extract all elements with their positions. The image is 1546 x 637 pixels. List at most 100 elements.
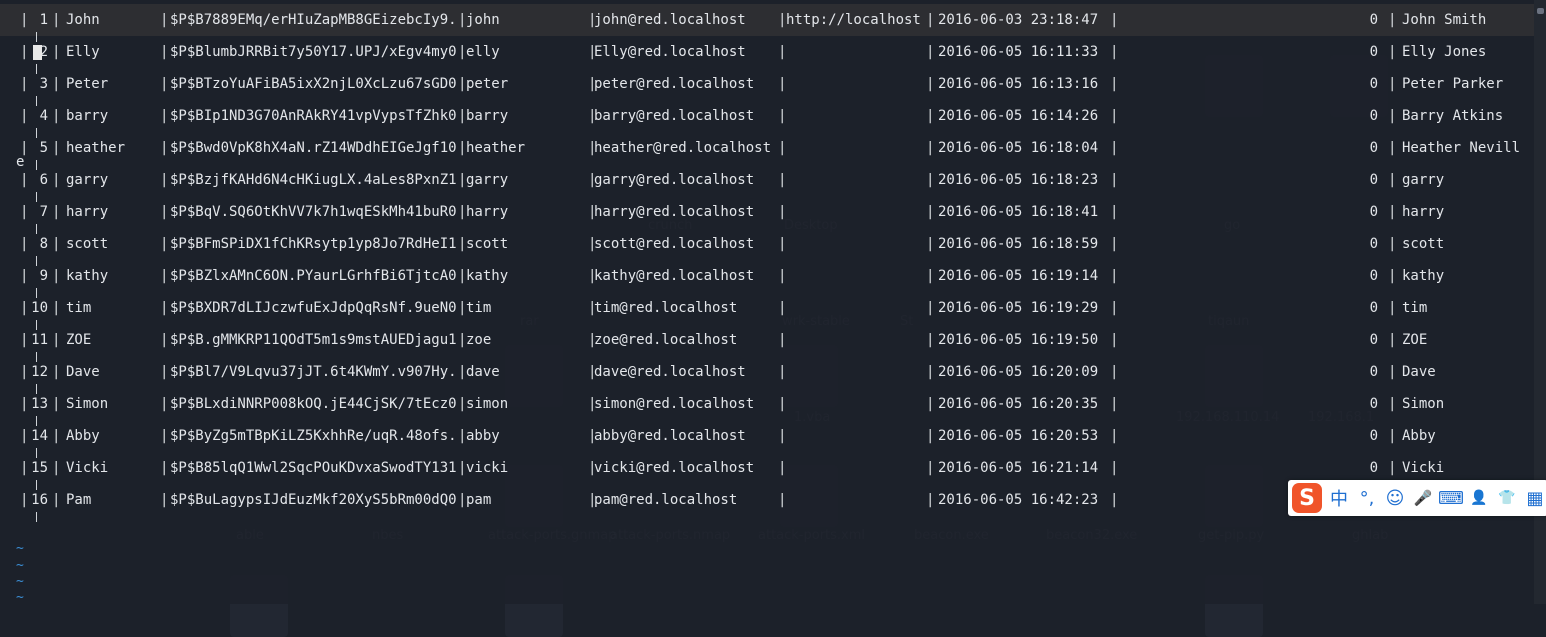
column-separator: |	[926, 428, 935, 444]
email-cell: Elly@red.localhost	[594, 44, 746, 60]
column-separator: |	[1388, 204, 1397, 220]
email-cell: harry@red.localhost	[594, 204, 755, 220]
password-hash-cell: $P$BzjfKAHd6N4cHKiugLX.4aLes8PxnZ1	[170, 172, 457, 188]
column-separator: |	[1388, 76, 1397, 92]
column-separator: |	[778, 236, 787, 252]
column-separator: |	[52, 236, 61, 252]
registered-date-cell: 2016-06-05 16:19:50	[938, 332, 1099, 348]
column-separator: |	[778, 332, 787, 348]
column-separator: |	[926, 76, 935, 92]
column-separator: |	[778, 76, 787, 92]
column-separator: |	[160, 364, 169, 380]
column-separator: |	[160, 76, 169, 92]
display-name-cell: Peter Parker	[1402, 76, 1504, 92]
column-separator: |	[1110, 172, 1119, 188]
row-id: 8	[39, 236, 48, 252]
sogou-logo-icon[interactable]: S	[1292, 483, 1322, 513]
user-first-cell: Peter	[66, 76, 109, 92]
column-separator: |	[1110, 396, 1119, 412]
column-separator: |	[20, 236, 29, 252]
status-cell: 0	[1369, 44, 1378, 60]
column-separator: |	[160, 236, 169, 252]
username-cell: scott	[466, 236, 509, 252]
microphone-icon[interactable]: 🎤	[1412, 485, 1434, 511]
registered-date-cell: 2016-06-05 16:20:09	[938, 364, 1099, 380]
table-row: | | | | | | | | | 11 ZOE $P$B.gMMKRP11QOdT5m1s9mstA…	[0, 324, 1534, 356]
user-first-cell: kathy	[66, 268, 109, 284]
line-marker	[36, 512, 37, 522]
column-separator: |	[778, 204, 787, 220]
keyboard-icon[interactable]: ⌨	[1438, 485, 1464, 511]
column-separator: |	[778, 300, 787, 316]
registered-date-cell: 2016-06-05 16:19:29	[938, 300, 1099, 316]
column-separator: |	[160, 492, 169, 508]
scrollbar-thumb[interactable]	[1537, 8, 1544, 14]
punctuation-icon[interactable]: °,	[1356, 485, 1378, 511]
email-cell: kathy@red.localhost	[594, 268, 755, 284]
column-separator: |	[52, 76, 61, 92]
user-first-cell: garry	[66, 172, 109, 188]
status-cell: 0	[1369, 236, 1378, 252]
column-separator: |	[20, 268, 29, 284]
column-separator: |	[1110, 236, 1119, 252]
row-id: 5	[39, 140, 48, 156]
username-cell: pam	[466, 492, 492, 508]
password-hash-cell: $P$BqV.SQ6OtKhVV7k7h1wqESkMh41buR0	[170, 204, 457, 220]
column-separator: |	[1110, 44, 1119, 60]
email-cell: dave@red.localhost	[594, 364, 746, 380]
column-separator: |	[1110, 460, 1119, 476]
column-separator: |	[778, 460, 787, 476]
registered-date-cell: 2016-06-05 16:20:53	[938, 428, 1099, 444]
username-cell: john	[466, 12, 500, 28]
email-cell: pam@red.localhost	[594, 492, 738, 508]
password-hash-cell: $P$BlumbJRRBit7y50Y17.UPJ/xEgv4my0	[170, 44, 457, 60]
emoji-icon[interactable]: ☺	[1384, 485, 1406, 511]
user-first-cell: John	[66, 12, 100, 28]
column-separator: |	[52, 396, 61, 412]
display-name-cell: Abby	[1402, 428, 1436, 444]
display-name-cell: kathy	[1402, 268, 1445, 284]
url-cell: http://localhost	[786, 12, 921, 28]
column-separator: |	[160, 460, 169, 476]
status-cell: 0	[1369, 12, 1378, 28]
table-row: | | | | | | | | | 10 tim $P$BXDR7dLIJczwfuExJdpQqRs…	[0, 292, 1534, 324]
username-cell: abby	[466, 428, 500, 444]
email-cell: simon@red.localhost	[594, 396, 755, 412]
password-hash-cell: $P$BZlxAMnC6ON.PYaurLGrhfBi6TjtcA0	[170, 268, 457, 284]
column-separator: |	[1388, 428, 1397, 444]
column-separator: |	[52, 460, 61, 476]
username-cell: vicki	[466, 460, 509, 476]
column-separator: |	[160, 172, 169, 188]
user-settings-icon[interactable]: 👤	[1468, 485, 1490, 511]
column-separator: |	[926, 396, 935, 412]
password-hash-cell: $P$BTzoYuAFiBA5ixX2njL0XcLzu67sGD0	[170, 76, 457, 92]
column-separator: |	[926, 236, 935, 252]
email-cell: barry@red.localhost	[594, 108, 755, 124]
status-cell: 0	[1369, 428, 1378, 444]
skin-shirt-icon[interactable]: 👕	[1496, 485, 1518, 511]
column-separator: |	[1388, 172, 1397, 188]
column-separator: |	[778, 396, 787, 412]
column-separator: |	[160, 396, 169, 412]
column-separator: |	[52, 12, 61, 28]
password-hash-cell: $P$BuLagypsIJdEuzMkf20XyS5bRm00dQ0	[170, 492, 457, 508]
email-cell: tim@red.localhost	[594, 300, 738, 316]
chinese-mode-icon[interactable]: 中	[1328, 485, 1350, 511]
user-first-cell: ZOE	[66, 332, 92, 348]
table-row: | | | | | | | | | 3 Peter $P$BTzoYuAFiBA5ixX2njL0Xc…	[0, 68, 1534, 100]
column-separator: |	[926, 44, 935, 60]
grid-menu-icon[interactable]: ▦	[1524, 485, 1546, 511]
column-separator: |	[1388, 140, 1397, 156]
ime-toolbar[interactable]: S 中 °, ☺ 🎤 ⌨ 👤 👕 ▦	[1288, 480, 1546, 516]
column-separator: |	[778, 364, 787, 380]
row-id: 1	[39, 12, 48, 28]
username-cell: simon	[466, 396, 509, 412]
column-separator: |	[1110, 76, 1119, 92]
user-first-cell: tim	[66, 300, 92, 316]
column-separator: |	[1110, 364, 1119, 380]
column-separator: |	[52, 204, 61, 220]
row-id: 3	[39, 76, 48, 92]
password-hash-cell: $P$BXDR7dLIJczwfuExJdpQqRsNf.9ueN0	[170, 300, 457, 316]
column-separator: |	[778, 172, 787, 188]
username-cell: peter	[466, 76, 509, 92]
